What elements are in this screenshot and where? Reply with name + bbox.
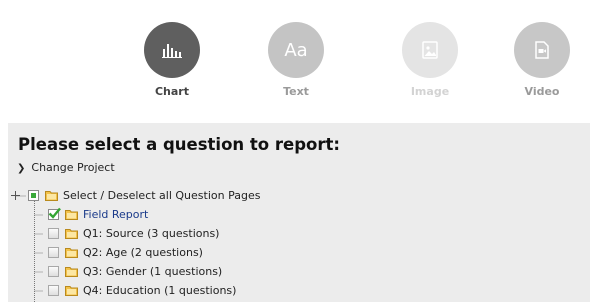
tree-root-row[interactable]: Select / Deselect all Question Pages	[28, 186, 260, 205]
field-report-checkbox[interactable]	[48, 207, 61, 220]
text-label: Text	[283, 85, 309, 98]
type-chart-option[interactable]: Chart	[132, 22, 212, 98]
panel-title: Please select a question to report:	[18, 135, 340, 154]
image-icon	[422, 41, 438, 59]
tree-item-q3[interactable]: Q3: Gender (1 questions)	[48, 262, 222, 281]
video-circle[interactable]	[514, 22, 570, 78]
tree-item-q4[interactable]: Q4: Education (1 questions)	[48, 281, 236, 300]
folder-icon	[65, 286, 78, 296]
change-project-link[interactable]: ❯ Change Project	[17, 161, 115, 174]
q2-checkbox[interactable]	[48, 247, 59, 258]
folder-icon	[65, 267, 78, 277]
change-project-label: Change Project	[31, 161, 115, 174]
text-aa-icon: Aa	[284, 39, 308, 61]
question-select-panel: Please select a question to report: ❯ Cha…	[8, 123, 590, 303]
q1-label: Q1: Source (3 questions)	[83, 227, 220, 240]
video-label: Video	[524, 85, 560, 98]
type-image-option: Image	[390, 22, 470, 98]
q3-checkbox[interactable]	[48, 266, 59, 277]
chart-circle[interactable]	[144, 22, 200, 78]
type-video-option[interactable]: Video	[502, 22, 582, 98]
select-all-checkbox[interactable]	[28, 190, 39, 201]
select-all-label: Select / Deselect all Question Pages	[63, 189, 261, 202]
bar-chart-icon	[162, 44, 182, 58]
q2-label: Q2: Age (2 questions)	[83, 246, 203, 259]
chart-label: Chart	[154, 85, 189, 98]
tree-item-q1[interactable]: Q1: Source (3 questions)	[48, 224, 219, 243]
q4-checkbox[interactable]	[48, 285, 59, 296]
folder-icon	[65, 210, 78, 220]
video-icon	[535, 41, 549, 59]
tree-item-field-report[interactable]: Field Report	[48, 205, 148, 224]
text-circle[interactable]: Aa	[268, 22, 324, 78]
q1-checkbox[interactable]	[48, 228, 59, 239]
q3-label: Q3: Gender (1 questions)	[83, 265, 223, 278]
check-icon	[48, 207, 61, 219]
chevron-right-icon: ❯	[17, 163, 26, 174]
folder-icon	[65, 229, 78, 239]
image-label: Image	[410, 85, 450, 98]
field-report-label: Field Report	[83, 208, 149, 221]
image-circle	[402, 22, 458, 78]
tree-item-q2[interactable]: Q2: Age (2 questions)	[48, 243, 203, 262]
q4-label: Q4: Education (1 questions)	[83, 284, 237, 297]
folder-icon	[45, 191, 58, 201]
tree-collapse-toggle[interactable]	[11, 191, 20, 200]
folder-icon	[65, 248, 78, 258]
type-text-option[interactable]: Aa Text	[256, 22, 336, 98]
